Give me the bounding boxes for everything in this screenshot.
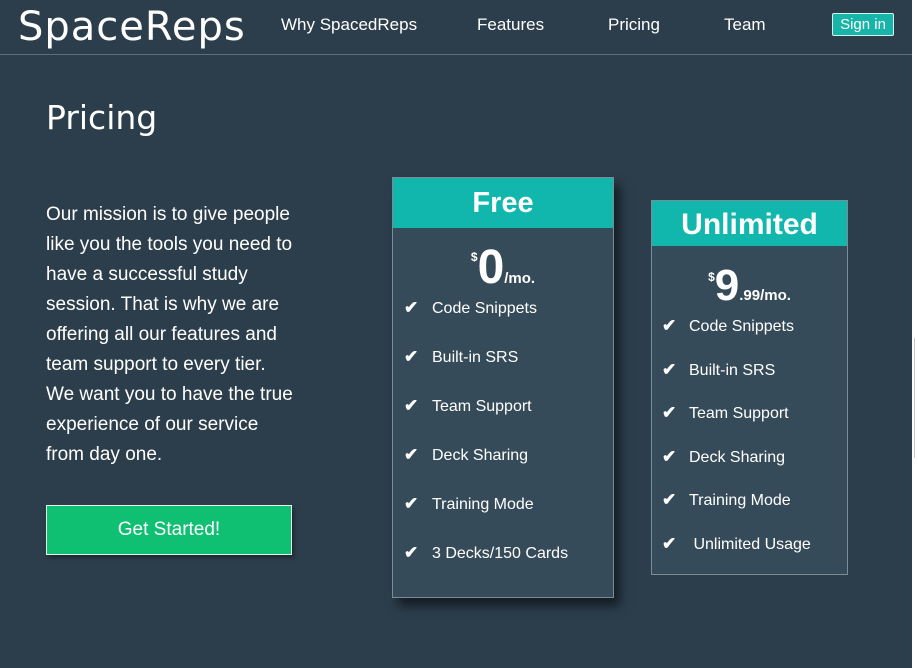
check-icon: ✔	[662, 359, 677, 379]
feature-item: ✔ Team Support	[652, 403, 847, 447]
window-edge	[912, 0, 918, 668]
feature-item: ✔ Code Snippets	[652, 316, 847, 360]
feature-label: Code Snippets	[689, 318, 794, 335]
check-icon: ✔	[662, 316, 677, 335]
plan-price: $9.99/mo.	[652, 264, 847, 310]
price-currency: $	[470, 250, 478, 264]
check-icon: ✔	[662, 446, 677, 466]
feature-item: ✔ Deck Sharing	[652, 447, 847, 491]
feature-label: Training Mode	[432, 496, 534, 513]
logo[interactable]: SpaceReps	[18, 4, 246, 50]
check-icon: ✔	[662, 403, 677, 422]
feature-label: Training Mode	[689, 492, 791, 509]
scrollbar[interactable]	[914, 338, 915, 458]
check-icon: ✔	[404, 298, 419, 317]
feature-item: ✔ Code Snippets	[393, 298, 613, 347]
check-icon: ✔	[662, 533, 677, 553]
feature-item: ✔ 3 Decks/150 Cards	[393, 543, 613, 592]
get-started-button[interactable]: Get Started!	[46, 505, 292, 555]
feature-label: Built-in SRS	[432, 349, 519, 366]
check-icon: ✔	[404, 445, 419, 464]
price-period: .99/mo.	[739, 287, 791, 304]
sign-in-button[interactable]: Sign in	[832, 13, 894, 36]
check-icon: ✔	[662, 490, 677, 509]
feature-label: Code Snippets	[432, 300, 537, 317]
price-amount: 9	[714, 261, 740, 310]
price-period: /mo.	[504, 270, 536, 287]
nav-link-why-spacedreps[interactable]: Why SpacedReps	[281, 15, 417, 35]
pricing-card-free: Free $0/mo. ✔ Code Snippets ✔ Built-in SRS…	[392, 177, 614, 598]
plan-price: $0/mo.	[393, 244, 613, 296]
check-icon: ✔	[404, 347, 419, 366]
page-title: Pricing	[46, 98, 158, 137]
check-icon: ✔	[404, 543, 419, 562]
mission-text: Our mission is to give people like you t…	[46, 204, 293, 465]
check-icon: ✔	[404, 396, 419, 415]
feature-item: ✔ Deck Sharing	[393, 445, 613, 494]
feature-item: ✔ Training Mode	[393, 494, 613, 543]
feature-label: Deck Sharing	[689, 448, 786, 466]
plan-name: Free	[393, 178, 613, 228]
price-amount: 0	[477, 241, 505, 294]
feature-item: ✔ Built-in SRS	[652, 360, 847, 404]
check-icon: ✔	[404, 494, 419, 513]
feature-label: 3 Decks/150 Cards	[432, 545, 569, 562]
feature-label: Team Support	[432, 398, 532, 415]
feature-item: ✔ Built-in SRS	[393, 347, 613, 396]
nav-link-team[interactable]: Team	[724, 15, 766, 35]
nav-link-features[interactable]: Features	[477, 15, 544, 35]
nav-link-pricing[interactable]: Pricing	[608, 15, 660, 35]
price-currency: $	[708, 270, 715, 284]
feature-item: ✔ Training Mode	[652, 490, 847, 534]
feature-label: Team Support	[689, 405, 789, 422]
feature-item: ✔ Team Support	[393, 396, 613, 445]
navbar: SpaceReps Why SpacedReps Features Pricin…	[0, 0, 912, 55]
feature-label: Unlimited Usage	[689, 535, 811, 553]
feature-label: Built-in SRS	[689, 361, 776, 379]
feature-label: Deck Sharing	[432, 447, 529, 464]
feature-list: ✔ Code Snippets ✔ Built-in SRS ✔ Team Suppo…	[393, 298, 613, 592]
feature-list: ✔ Code Snippets ✔ Built-in SRS ✔ Team Suppo…	[652, 316, 847, 577]
plan-name: Unlimited	[652, 201, 847, 246]
pricing-card-unlimited: Unlimited $9.99/mo. ✔ Code Snippets ✔ Buil…	[651, 200, 848, 575]
feature-item: ✔ Unlimited Usage	[652, 534, 847, 578]
